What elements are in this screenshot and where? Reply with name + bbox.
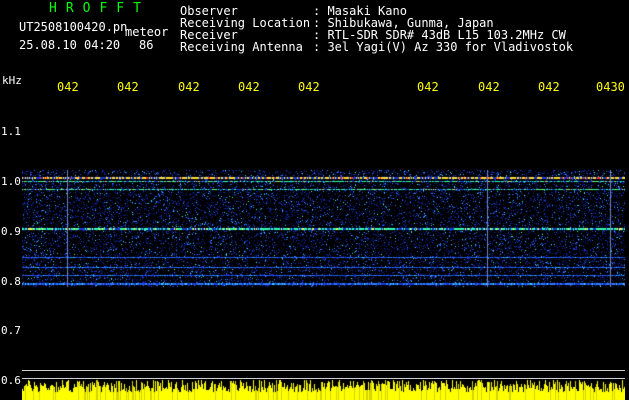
image-filename: UT2508100420.pn [19, 20, 128, 34]
y-axis-unit: kHz [2, 74, 22, 87]
x-tick-7: 042 [478, 80, 500, 94]
y-tick-1-1: 1.1 [1, 125, 21, 138]
x-tick-5: 042 [298, 80, 320, 94]
y-tick-0-8: 0.8 [1, 275, 21, 288]
x-tick-8: 042 [538, 80, 560, 94]
y-tick-0-6: 0.6 [1, 374, 21, 387]
x-tick-2: 042 [117, 80, 139, 94]
spectrogram-canvas [22, 97, 625, 387]
x-tick-3: 042 [178, 80, 200, 94]
x-tick-6: 042 [417, 80, 439, 94]
detection-count: 86 [139, 38, 154, 52]
plot-bottom-rule [22, 370, 625, 371]
x-tick-1: 042 [57, 80, 79, 94]
observation-datetime: 25.08.10 04:20 [19, 38, 121, 52]
y-tick-0-9: 0.9 [1, 225, 21, 238]
info-label-antenna: Receiving Antenna [180, 40, 303, 54]
app-brand: HROFFT [49, 1, 150, 16]
observation-mode: meteor [125, 25, 169, 39]
x-tick-4: 042 [238, 80, 260, 94]
info-value-antenna: : 3el Yagi(V) Az 330 for Vladivostok [313, 40, 574, 54]
y-tick-1-0: 1.0 [1, 175, 21, 188]
x-tick-9: 0430 [596, 80, 625, 94]
signal-level-bars [22, 379, 625, 400]
y-tick-0-7: 0.7 [1, 324, 21, 337]
